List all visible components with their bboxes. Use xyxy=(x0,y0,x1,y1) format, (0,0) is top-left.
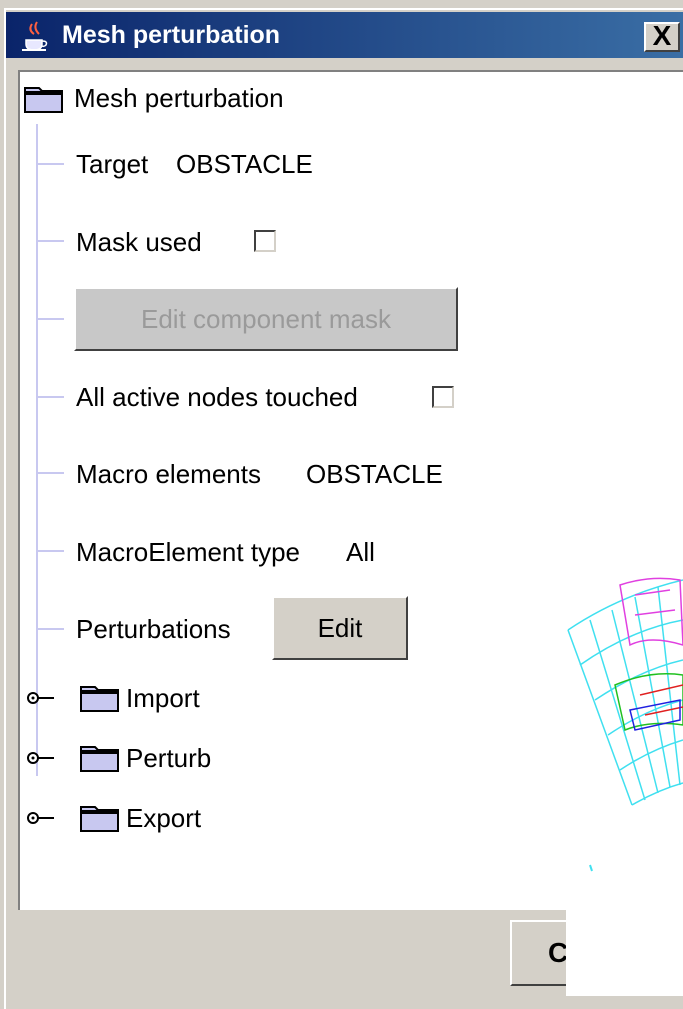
all-active-nodes-label: All active nodes touched xyxy=(76,382,358,412)
all-active-nodes-checkbox[interactable] xyxy=(432,386,454,408)
mask-used-label: Mask used xyxy=(76,227,202,257)
perturbations-label: Perturbations xyxy=(76,614,231,644)
expand-handle-icon[interactable] xyxy=(26,690,58,706)
macro-elements-value: OBSTACLE xyxy=(306,459,443,489)
tree-root-label[interactable]: Mesh perturbation xyxy=(74,82,284,114)
target-label: Target xyxy=(76,149,149,179)
tree-branch xyxy=(38,240,64,242)
mask-used-checkbox[interactable] xyxy=(254,230,276,252)
target-value: OBSTACLE xyxy=(176,149,313,179)
edit-perturbations-button[interactable]: Edit xyxy=(272,596,408,660)
tree-branch xyxy=(38,396,64,398)
mesh-preview xyxy=(540,535,683,895)
edit-component-mask-label: Edit component mask xyxy=(140,304,391,334)
tree-branch xyxy=(38,163,64,165)
tree-branch xyxy=(38,550,64,552)
java-cup-icon xyxy=(22,21,48,51)
close-icon: X xyxy=(652,20,672,51)
folder-icon xyxy=(80,746,119,772)
edit-component-mask-button[interactable]: Edit component mask xyxy=(74,287,458,351)
expand-handle-icon[interactable] xyxy=(26,810,58,826)
macro-element-type-value: All xyxy=(346,537,375,567)
macro-elements-label: Macro elements xyxy=(76,459,261,489)
expand-handle-icon[interactable] xyxy=(26,750,58,766)
tree-connector-line xyxy=(36,124,38,776)
window-title: Mesh perturbation xyxy=(62,21,281,49)
macro-element-type-label: MacroElement type xyxy=(76,537,300,567)
tree-branch xyxy=(38,628,64,630)
mesh-graphic xyxy=(567,577,683,872)
overlay-panel xyxy=(566,880,683,996)
tree-branch xyxy=(38,472,64,474)
folder-icon xyxy=(80,686,119,712)
edit-button-label: Edit xyxy=(317,613,363,643)
folder-icon xyxy=(80,806,119,832)
folder-icon xyxy=(24,87,63,113)
tree-folder-perturb[interactable]: Perturb xyxy=(126,742,211,774)
tree-branch xyxy=(38,318,64,320)
tree-folder-import[interactable]: Import xyxy=(126,682,200,714)
close-button[interactable]: X xyxy=(644,22,680,52)
title-bar[interactable]: Mesh perturbation xyxy=(6,12,683,58)
tree-folder-export[interactable]: Export xyxy=(126,802,201,834)
